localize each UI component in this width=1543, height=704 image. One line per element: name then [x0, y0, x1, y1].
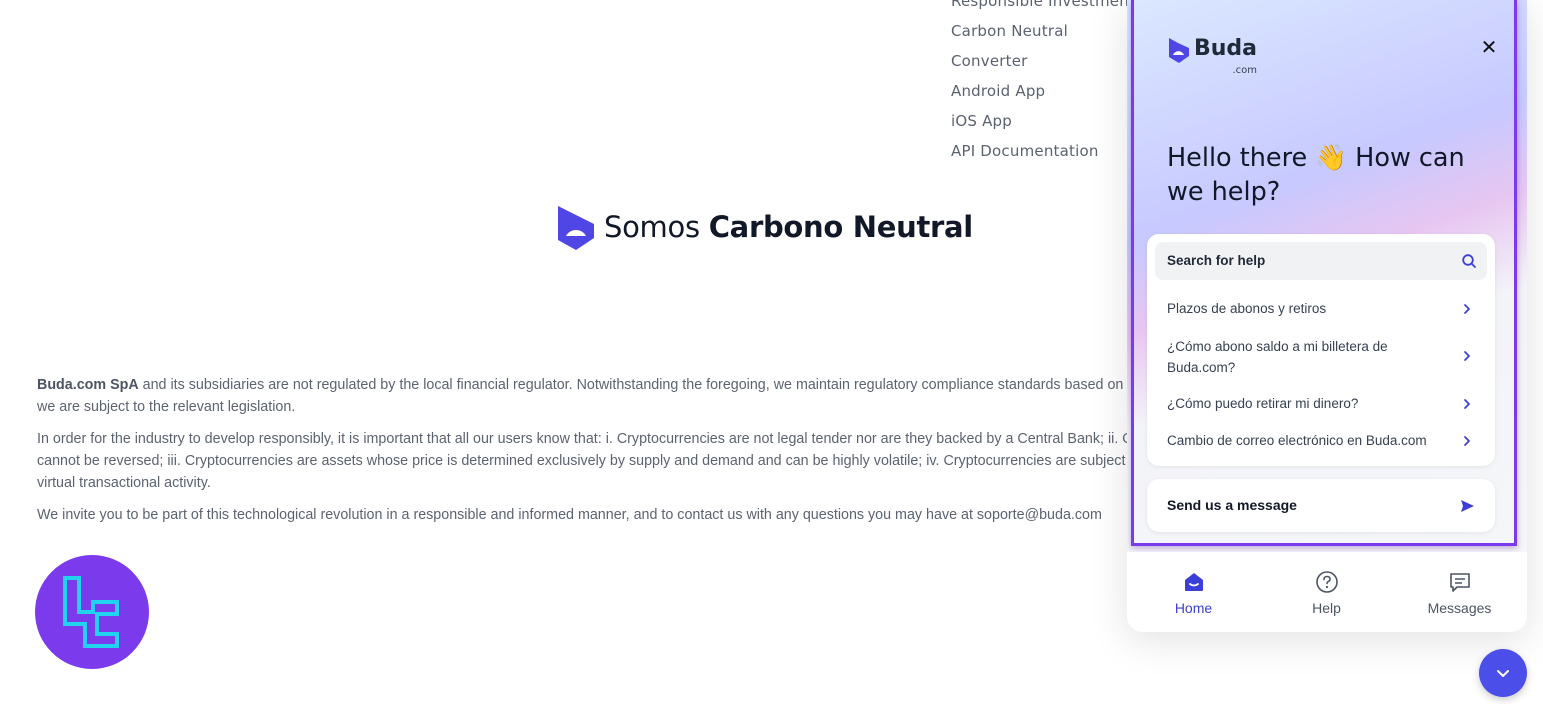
faq-item[interactable]: Cambio de correo electrónico en Buda.com — [1167, 430, 1477, 451]
faq-item-label: Cambio de correo electrónico en Buda.com — [1167, 433, 1427, 448]
disclaimer-p1-line1: and its subsidiaries are not regulated b… — [138, 377, 1127, 393]
help-search-input[interactable]: Search for help — [1155, 242, 1487, 280]
send-message-label: Send us a message — [1167, 497, 1297, 513]
tab-home-label: Home — [1174, 600, 1213, 616]
tab-help[interactable]: Help — [1260, 570, 1393, 616]
footer-link-ios-app[interactable]: iOS App — [951, 106, 1135, 136]
brand-suffix: .com — [1232, 65, 1258, 76]
faq-item[interactable]: Plazos de abonos y retiros — [1167, 298, 1477, 319]
buda-logo-icon — [1169, 38, 1189, 63]
carbon-prefix: Somos — [604, 210, 700, 244]
footer-link-converter[interactable]: Converter — [951, 46, 1135, 76]
disclaimer-p3: We invite you to be part of this technol… — [37, 507, 1102, 523]
chevron-right-icon — [1464, 351, 1470, 361]
send-message-button[interactable]: Send us a message — [1147, 479, 1495, 532]
faq-item-label: ¿Cómo abono saldo a mi billetera de Buda… — [1167, 339, 1388, 375]
faq-item[interactable]: ¿Cómo puedo retirar mi dinero? — [1167, 393, 1477, 414]
search-placeholder: Search for help — [1167, 253, 1266, 268]
faq-item[interactable]: ¿Cómo abono saldo a mi billetera de Buda… — [1167, 336, 1477, 378]
tab-help-label: Help — [1312, 600, 1341, 616]
disclaimer: Buda.com SpA and its subsidiaries are no… — [37, 374, 1127, 536]
footer-link-android-app[interactable]: Android App — [951, 76, 1135, 106]
buda-logo-icon — [558, 206, 594, 250]
brand-wordmark: Buda .com — [1194, 36, 1257, 76]
send-icon — [1461, 500, 1474, 512]
faq-item-label: ¿Cómo puedo retirar mi dinero? — [1167, 396, 1359, 411]
chevron-right-icon — [1464, 399, 1470, 409]
widget-launcher-button[interactable] — [1479, 649, 1527, 697]
widget-brand: Buda .com — [1167, 36, 1257, 76]
company-name: Buda.com SpA — [37, 377, 139, 393]
carbon-bold: Carbono Neutral — [708, 210, 974, 244]
widget-greeting: Hello there 👋 How can we help? — [1167, 143, 1465, 207]
close-icon[interactable]: ✕ — [1477, 36, 1501, 60]
footer-link-carbon-neutral[interactable]: Carbon Neutral — [951, 16, 1135, 46]
disclaimer-p2-line2: cannot be reversed; iii. Cryptocurrencie… — [37, 453, 1127, 469]
tab-home[interactable]: Home — [1127, 570, 1260, 616]
disclaimer-p2-line1: In order for the industry to develop res… — [37, 431, 1127, 447]
footer-link-api-docs[interactable]: API Documentation — [951, 136, 1135, 166]
messages-icon — [1449, 573, 1470, 592]
footer-links: Responsible Investment Carbon Neutral Co… — [951, 0, 1135, 166]
search-icon — [1462, 254, 1476, 268]
carbon-neutral-badge: Somos Carbono Neutral — [554, 202, 973, 252]
chevron-right-icon — [1464, 436, 1470, 446]
help-icon — [1315, 571, 1338, 593]
carbon-neutral-text: Somos Carbono Neutral — [604, 210, 973, 244]
home-icon — [1184, 573, 1203, 591]
help-widget: Buda .com ✕ Hello there 👋 How can we help… — [1127, 0, 1527, 632]
widget-tab-bar: Home Help Messages — [1127, 552, 1527, 632]
disclaimer-p2: In order for the industry to develop res… — [37, 428, 1127, 494]
disclaimer-p1-line2: we are subject to the relevant legislati… — [37, 399, 296, 415]
watermark-logo-icon — [35, 555, 149, 669]
help-card: Search for help Plazos de abonos y retir… — [1147, 234, 1495, 466]
faq-item-label: Plazos de abonos y retiros — [1167, 301, 1327, 316]
tab-messages-label: Messages — [1427, 600, 1492, 616]
footer-link-responsible-investment[interactable]: Responsible Investment — [951, 0, 1135, 16]
disclaimer-p2-line3: virtual transactional activity. — [37, 475, 211, 491]
chevron-right-icon — [1464, 304, 1470, 314]
chevron-down-icon — [1497, 670, 1509, 677]
tab-messages[interactable]: Messages — [1393, 570, 1526, 616]
disclaimer-p1: Buda.com SpA and its subsidiaries are no… — [37, 374, 1127, 418]
